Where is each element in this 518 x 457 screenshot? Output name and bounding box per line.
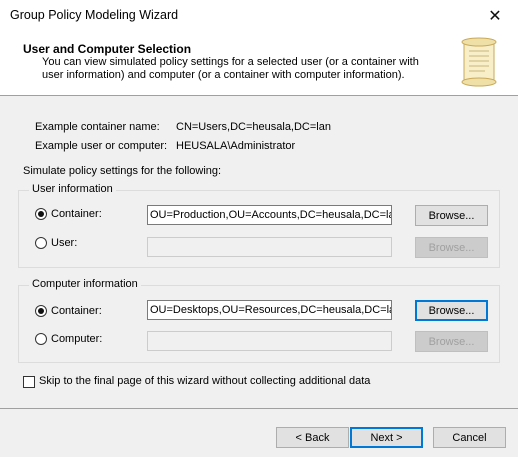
- user-information-legend: User information: [29, 183, 116, 195]
- user-container-browse-button[interactable]: Browse...: [415, 205, 488, 226]
- user-label: User:: [51, 237, 78, 249]
- computer-information-legend: Computer information: [29, 278, 141, 290]
- user-container-label: Container:: [51, 208, 102, 220]
- computer-container-browse-button[interactable]: Browse...: [415, 300, 488, 321]
- example-container-value: CN=Users,DC=heusala,DC=lan: [176, 121, 331, 133]
- user-input[interactable]: [147, 237, 392, 257]
- user-browse-button[interactable]: Browse...: [415, 237, 488, 258]
- page-title: User and Computer Selection: [23, 42, 192, 56]
- footer-divider: [0, 408, 518, 409]
- example-user-value: HEUSALA\Administrator: [176, 140, 296, 152]
- skip-checkbox[interactable]: [23, 376, 35, 388]
- title-bar: Group Policy Modeling Wizard ✕: [0, 0, 518, 32]
- simulate-label: Simulate policy settings for the followi…: [23, 165, 222, 177]
- computer-radio[interactable]: [35, 333, 47, 345]
- scroll-icon: [461, 37, 497, 87]
- skip-label: Skip to the final page of this wizard wi…: [39, 375, 371, 387]
- page-description: You can view simulated policy settings f…: [42, 56, 419, 81]
- computer-input[interactable]: [147, 331, 392, 351]
- example-container-label: Example container name:: [35, 121, 160, 133]
- computer-container-radio[interactable]: [35, 305, 47, 317]
- close-button[interactable]: ✕: [472, 0, 518, 32]
- back-button[interactable]: < Back: [276, 427, 349, 448]
- user-radio[interactable]: [35, 237, 47, 249]
- window-title: Group Policy Modeling Wizard: [10, 8, 179, 22]
- cancel-button[interactable]: Cancel: [433, 427, 506, 448]
- computer-container-label: Container:: [51, 305, 102, 317]
- computer-browse-button[interactable]: Browse...: [415, 331, 488, 352]
- example-user-label: Example user or computer:: [35, 140, 168, 152]
- user-container-radio[interactable]: [35, 208, 47, 220]
- computer-label: Computer:: [51, 333, 103, 345]
- next-button[interactable]: Next >: [350, 427, 423, 448]
- close-icon: ✕: [488, 8, 502, 25]
- user-container-input[interactable]: OU=Production,OU=Accounts,DC=heusala,DC=…: [147, 205, 392, 225]
- computer-container-input[interactable]: OU=Desktops,OU=Resources,DC=heusala,DC=l…: [147, 300, 392, 320]
- wizard-header: User and Computer Selection You can view…: [0, 32, 518, 96]
